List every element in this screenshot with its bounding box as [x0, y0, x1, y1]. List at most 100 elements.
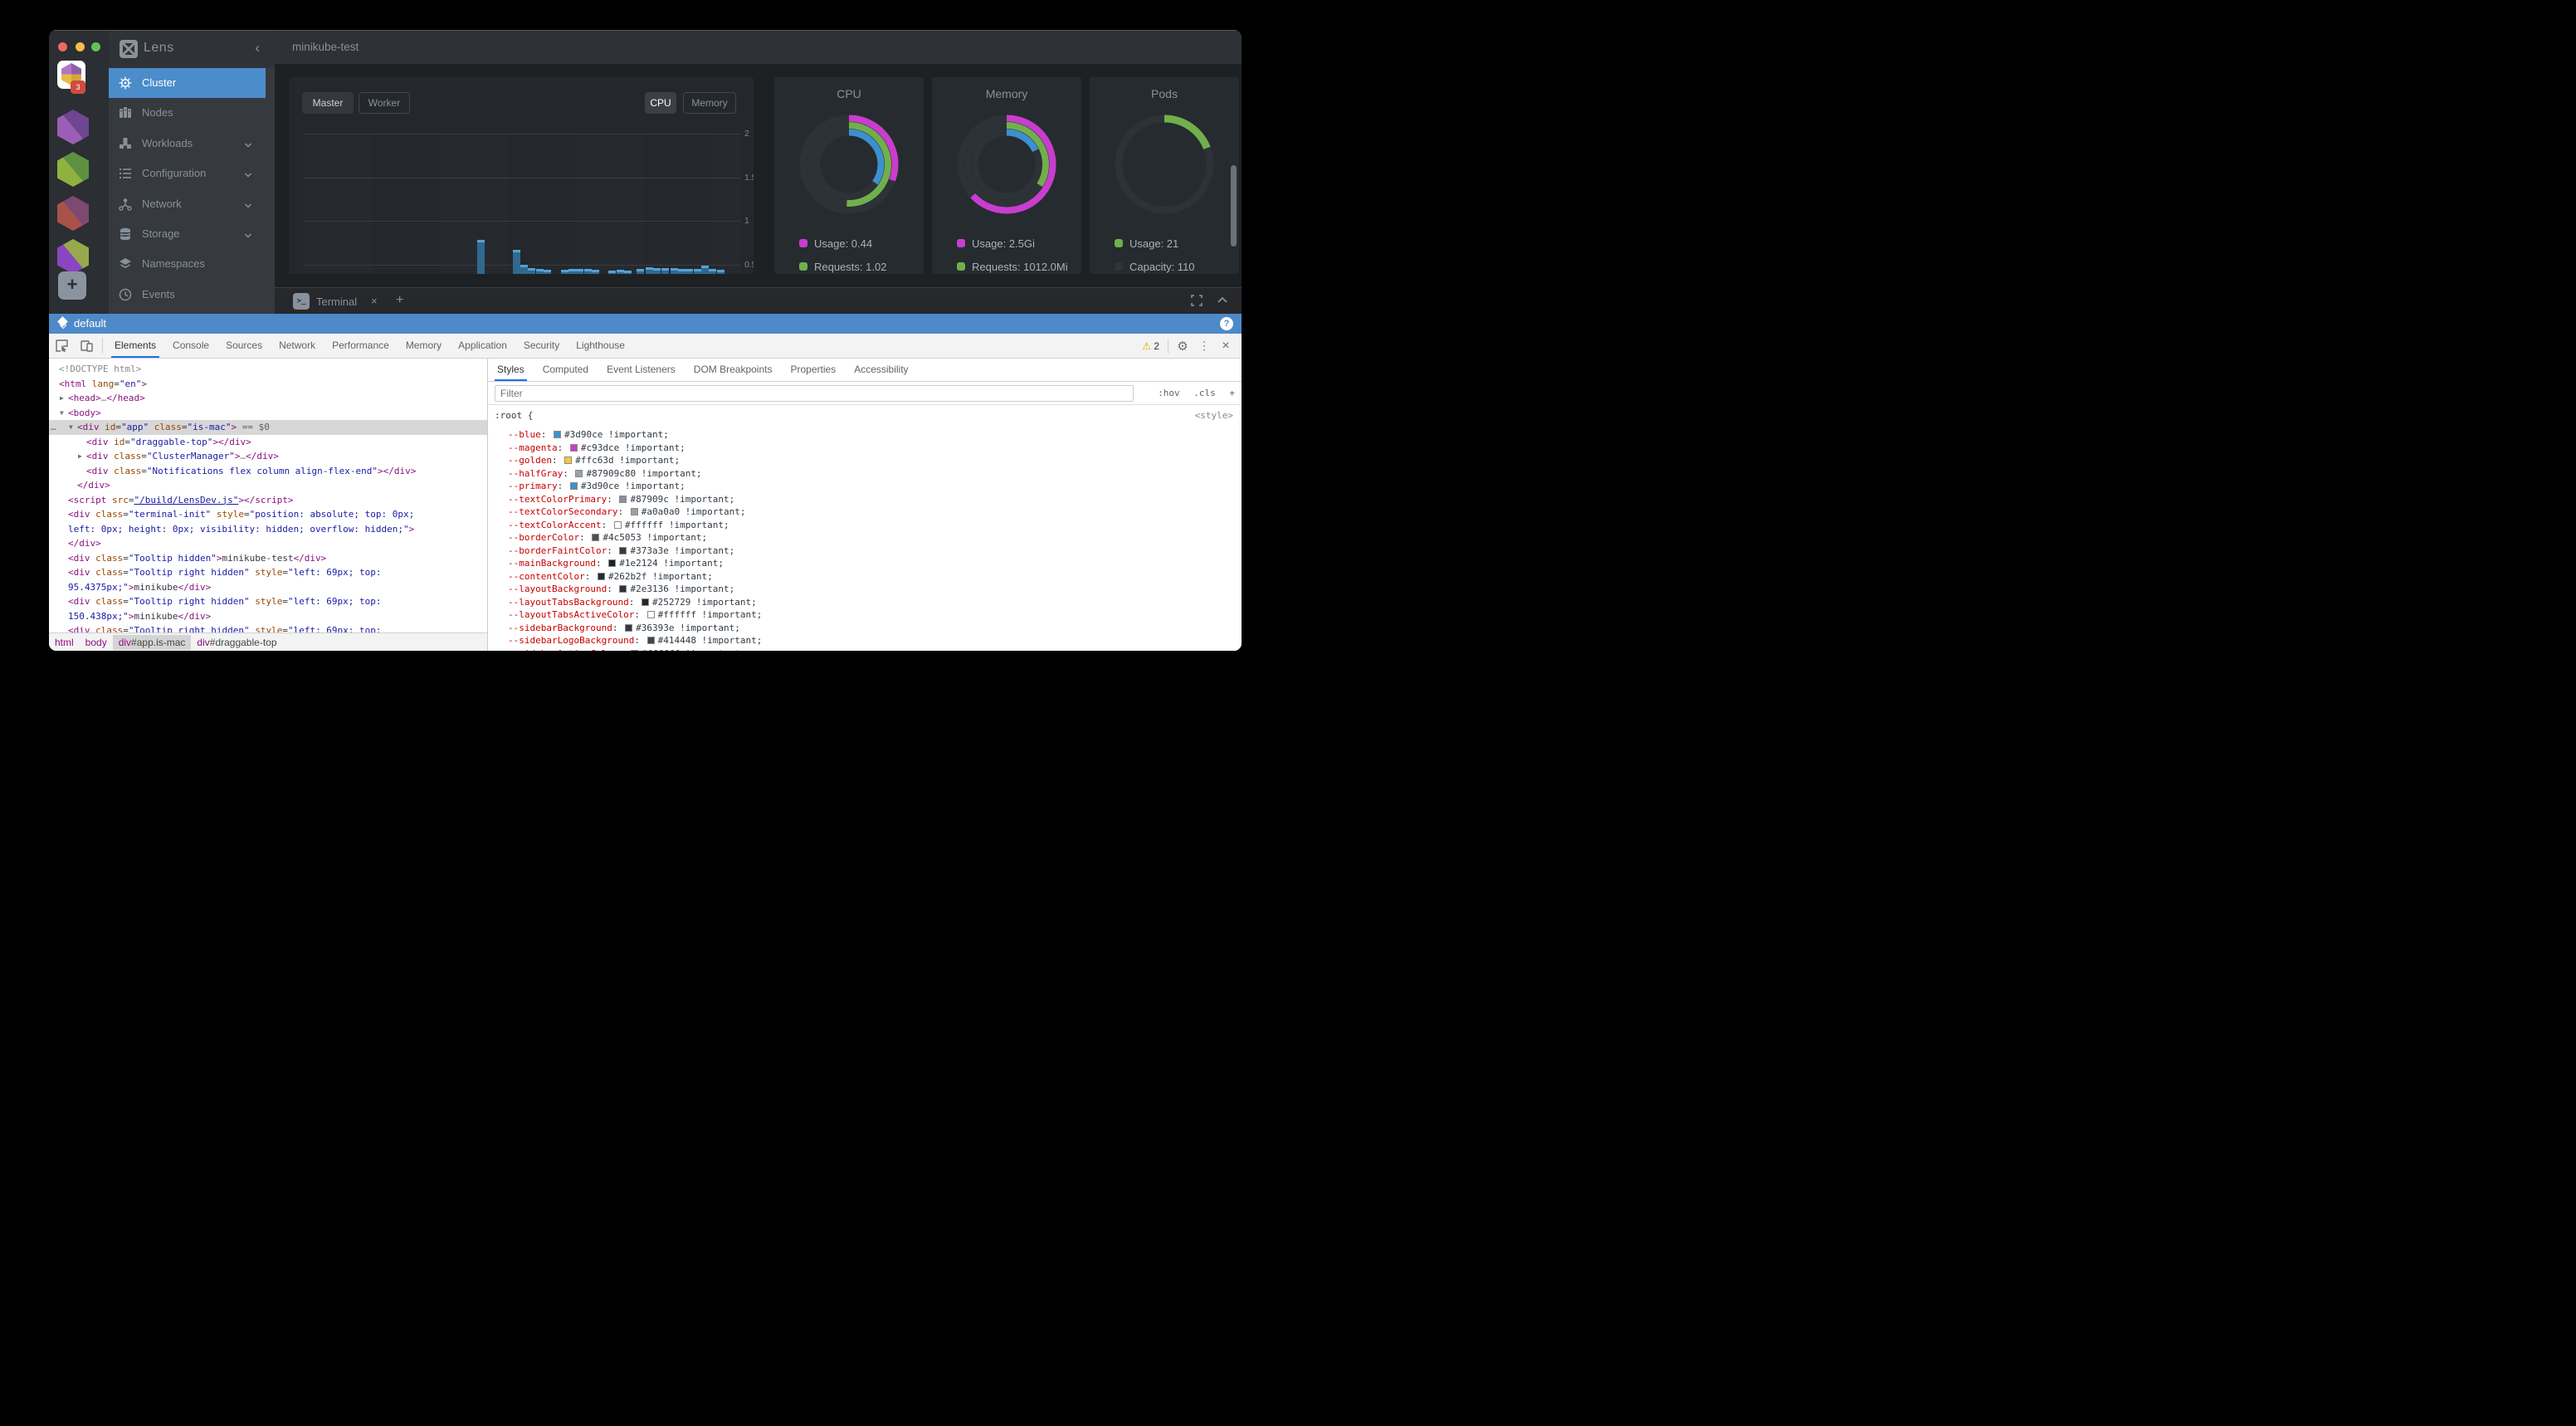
dom-tree-row[interactable]: <script src="/build/LensDev.js"></script…	[49, 493, 487, 508]
dom-tree-row[interactable]: </div>	[49, 536, 487, 551]
color-swatch[interactable]	[570, 482, 578, 490]
dom-tree-row[interactable]: left: 0px; height: 0px; visibility: hidd…	[49, 522, 487, 537]
css-variable-row[interactable]: --primary: #3d90ce !important;	[508, 480, 685, 493]
console-warning-badge[interactable]: ⚠ 2	[1137, 340, 1164, 352]
css-variable-row[interactable]: --halfGray: #87909c80 !important;	[508, 467, 702, 481]
sidebar-item-events[interactable]: Events	[109, 280, 266, 310]
css-variable-row[interactable]: --layoutTabsActiveColor: #ffffff !import…	[508, 608, 762, 622]
breadcrumb-item[interactable]: div#draggable-top	[191, 635, 282, 650]
sidebar-item-network[interactable]: Network	[109, 189, 266, 219]
subtab-properties[interactable]: Properties	[781, 359, 845, 381]
css-variable-row[interactable]: --textColorPrimary: #87909c !important;	[508, 493, 734, 506]
subtab-event-listeners[interactable]: Event Listeners	[598, 359, 685, 381]
color-swatch[interactable]	[647, 611, 655, 618]
cluster-tile[interactable]	[57, 239, 89, 274]
color-swatch[interactable]	[570, 444, 578, 452]
color-swatch[interactable]	[619, 496, 627, 503]
chevron-down-icon[interactable]	[244, 200, 252, 208]
css-variable-row[interactable]: --sidebarBackground: #36393e !important;	[508, 622, 740, 635]
cluster-tile[interactable]	[57, 196, 89, 231]
dom-tree-row[interactable]: 150.438px;">minikube</div>	[49, 609, 487, 624]
subtab-computed[interactable]: Computed	[534, 359, 598, 381]
traffic-light-close[interactable]	[58, 42, 67, 51]
color-swatch[interactable]	[592, 534, 599, 541]
traffic-light-zoom[interactable]	[91, 42, 100, 51]
tab-performance[interactable]: Performance	[324, 334, 398, 358]
cluster-tile[interactable]	[57, 110, 89, 144]
cluster-tile[interactable]	[57, 152, 89, 187]
dom-tree-row[interactable]: <div class="terminal-init" style="positi…	[49, 507, 487, 522]
terminal-fullscreen-icon[interactable]	[1191, 295, 1203, 306]
css-variable-row[interactable]: --layoutTabsBackground: #252729 !importa…	[508, 596, 757, 609]
color-swatch[interactable]	[619, 585, 627, 593]
color-swatch[interactable]	[564, 457, 572, 464]
expanded-arrow-icon[interactable]: ▼	[69, 420, 73, 435]
sidebar-item-workloads[interactable]: Workloads	[109, 129, 266, 159]
devtools-close-icon[interactable]: ×	[1215, 339, 1237, 354]
terminal-tab-label[interactable]: Terminal	[316, 295, 357, 308]
devtools-menu-icon[interactable]: ⋮	[1193, 339, 1215, 353]
css-variable-row[interactable]: --sidebarLogoBackground: #414448 !import…	[508, 634, 762, 647]
color-swatch[interactable]	[647, 637, 655, 644]
tab-console[interactable]: Console	[164, 334, 217, 358]
add-cluster-button[interactable]: +	[58, 271, 86, 300]
dom-tree-row[interactable]: <div class="Notifications flex column al…	[49, 464, 487, 479]
css-variable-row[interactable]: --textColorSecondary: #a0a0a0 !important…	[508, 505, 746, 519]
subtab-accessibility[interactable]: Accessibility	[845, 359, 917, 381]
sidebar-item-configuration[interactable]: Configuration	[109, 159, 266, 188]
color-swatch[interactable]	[631, 508, 638, 515]
tab-network[interactable]: Network	[271, 334, 324, 358]
dom-tree-row[interactable]: <div class="Tooltip hidden">minikube-tes…	[49, 551, 487, 566]
toggle-hover-state[interactable]: :hov	[1158, 388, 1180, 398]
css-variable-row[interactable]: --textColorAccent: #ffffff !important;	[508, 519, 729, 532]
css-variable-row[interactable]: --blue: #3d90ce !important;	[508, 428, 669, 442]
styles-filter-input[interactable]	[495, 385, 1134, 402]
dom-tree-row[interactable]: <div class="Tooltip right hidden" style=…	[49, 565, 487, 580]
tab-elements[interactable]: Elements	[106, 334, 164, 358]
chevron-down-icon[interactable]	[244, 139, 252, 148]
css-variable-row[interactable]: --golden: #ffc63d !important;	[508, 454, 680, 467]
color-swatch[interactable]	[631, 650, 638, 652]
dom-tree-row[interactable]: <div id="draggable-top"></div>	[49, 435, 487, 450]
css-variable-row[interactable]: --borderFaintColor: #373a3e !important;	[508, 545, 734, 558]
breadcrumb-item[interactable]: html	[49, 635, 80, 650]
dom-tree-row[interactable]: 95.4375px;">minikube</div>	[49, 580, 487, 595]
metric-tab-cpu[interactable]: CPU	[645, 92, 676, 114]
color-swatch[interactable]	[554, 431, 561, 438]
devtools-settings-icon[interactable]: ⚙	[1172, 339, 1193, 354]
dom-tree-row[interactable]: …▼<div id="app" class="is-mac"> == $0	[49, 420, 487, 435]
subtab-dom-breakpoints[interactable]: DOM Breakpoints	[685, 359, 782, 381]
breadcrumb-item[interactable]: body	[80, 635, 113, 650]
breadcrumb-item[interactable]: div#app.is-mac	[113, 635, 192, 650]
color-swatch[interactable]	[575, 470, 583, 477]
color-swatch[interactable]	[642, 598, 649, 606]
inspect-element-icon[interactable]	[49, 334, 74, 358]
sidebar-collapse-icon[interactable]: ‹	[255, 40, 260, 56]
node-tab-master[interactable]: Master	[302, 92, 354, 114]
dom-tree-row[interactable]: ▶<head>…</head>	[49, 391, 487, 406]
dom-tree-row[interactable]: ▶<div class="ClusterManager">…</div>	[49, 449, 487, 464]
terminal-close-icon[interactable]: ×	[371, 295, 378, 307]
dom-tree-row[interactable]: <html lang="en">	[49, 377, 487, 392]
sidebar-item-nodes[interactable]: Nodes	[109, 98, 266, 128]
help-icon[interactable]: ?	[1220, 317, 1233, 330]
new-style-rule-button[interactable]: +	[1229, 388, 1235, 398]
main-scrollbar[interactable]	[1231, 165, 1237, 247]
tab-lighthouse[interactable]: Lighthouse	[568, 334, 633, 358]
css-variable-row[interactable]: --layoutBackground: #2e3136 !important;	[508, 583, 734, 596]
toggle-class[interactable]: .cls	[1193, 388, 1216, 398]
color-swatch[interactable]	[598, 573, 605, 580]
chevron-down-icon[interactable]	[244, 230, 252, 238]
color-swatch[interactable]	[614, 521, 622, 529]
css-variable-row[interactable]: --sidebarActiveColor: #ffffff !important…	[508, 647, 746, 652]
css-variable-row[interactable]: --contentColor: #262b2f !important;	[508, 570, 713, 584]
terminal-expand-chevron-icon[interactable]	[1217, 295, 1228, 306]
tab-application[interactable]: Application	[450, 334, 515, 358]
chevron-down-icon[interactable]	[244, 169, 252, 178]
expanded-arrow-icon[interactable]: ▼	[60, 406, 64, 421]
collapsed-arrow-icon[interactable]: ▶	[60, 391, 64, 406]
tab-sources[interactable]: Sources	[217, 334, 271, 358]
device-toolbar-icon[interactable]	[74, 334, 99, 358]
sidebar-item-namespaces[interactable]: Namespaces	[109, 249, 266, 279]
tab-memory[interactable]: Memory	[398, 334, 450, 358]
